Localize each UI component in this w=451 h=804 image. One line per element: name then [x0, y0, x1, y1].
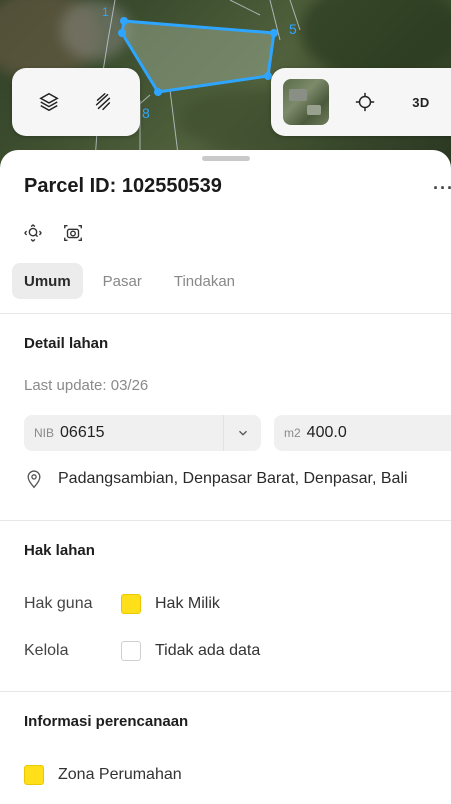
parcel-number-label: 1	[102, 5, 109, 19]
zoom-to-parcel-button[interactable]	[20, 220, 46, 246]
map-view-panel: 3D	[271, 68, 451, 136]
locate-button[interactable]	[345, 82, 385, 122]
map-view[interactable]: 1 5 8 3D	[0, 0, 451, 170]
tab-pasar[interactable]: Pasar	[91, 263, 154, 299]
parcel-number-label: 5	[289, 21, 297, 37]
satellite-thumbnail[interactable]	[283, 79, 329, 125]
tab-tindakan[interactable]: Tindakan	[162, 263, 247, 299]
parcel-detail-sheet: Parcel ID: 102550539 ··· Umum Pasar Tind…	[0, 150, 451, 804]
rights-key: Kelola	[24, 642, 69, 659]
planning-section-title: Informasi perencanaan	[24, 713, 189, 730]
rights-value: Tidak ada data	[155, 642, 261, 659]
zone-label: Zona Perumahan	[58, 766, 182, 783]
nib-select[interactable]: NIB 06615	[24, 415, 261, 451]
status-swatch	[121, 641, 141, 661]
nib-value: 06615	[60, 424, 105, 441]
draw-button[interactable]	[83, 82, 123, 122]
screenshot-button[interactable]	[60, 220, 86, 246]
divider	[0, 691, 451, 692]
rights-row-kelola: Kelola Tidak ada data	[24, 641, 260, 661]
crosshair-icon	[355, 92, 375, 112]
layers-icon	[39, 92, 59, 112]
parcel-tools	[20, 220, 86, 246]
sheet-drag-handle[interactable]	[201, 156, 250, 161]
divider	[0, 313, 451, 314]
detail-section-title: Detail lahan	[24, 335, 109, 352]
divider	[0, 520, 451, 521]
address-text: Padangsambian, Denpasar Barat, Denpasar,…	[58, 470, 408, 487]
layers-button[interactable]	[29, 82, 69, 122]
nib-prefix: NIB	[34, 426, 55, 440]
more-options-button[interactable]: ···	[433, 178, 451, 199]
address-row: Padangsambian, Denpasar Barat, Denpasar,…	[24, 468, 408, 490]
parcel-id-title: Parcel ID: 102550539	[24, 174, 222, 197]
parcel-number-label: 8	[142, 105, 150, 121]
map-tools-panel	[12, 68, 140, 136]
draw-tool-icon	[95, 93, 111, 111]
rights-row-hak-guna: Hak guna Hak Milik	[24, 594, 220, 614]
3d-toggle-button[interactable]: 3D	[401, 82, 441, 122]
zoom-to-parcel-icon	[24, 224, 42, 242]
status-swatch	[121, 594, 141, 614]
last-update-text: Last update: 03/26	[24, 377, 149, 394]
area-field: m2 400.0	[274, 415, 451, 451]
screenshot-icon	[64, 224, 82, 242]
rights-value: Hak Milik	[155, 595, 220, 612]
tab-bar: Umum Pasar Tindakan	[12, 263, 247, 299]
selected-parcel-outline	[120, 19, 276, 94]
rights-section-title: Hak lahan	[24, 542, 95, 559]
chevron-down-icon	[223, 415, 261, 451]
sheet-header: Parcel ID: 102550539 ···	[24, 174, 451, 199]
zone-swatch	[24, 765, 44, 785]
rights-key: Hak guna	[24, 595, 93, 612]
location-pin-icon	[27, 470, 41, 489]
tab-umum[interactable]: Umum	[12, 263, 83, 299]
area-prefix: m2	[284, 426, 301, 440]
area-value: 400.0	[306, 424, 347, 441]
zone-row: Zona Perumahan	[24, 765, 182, 785]
